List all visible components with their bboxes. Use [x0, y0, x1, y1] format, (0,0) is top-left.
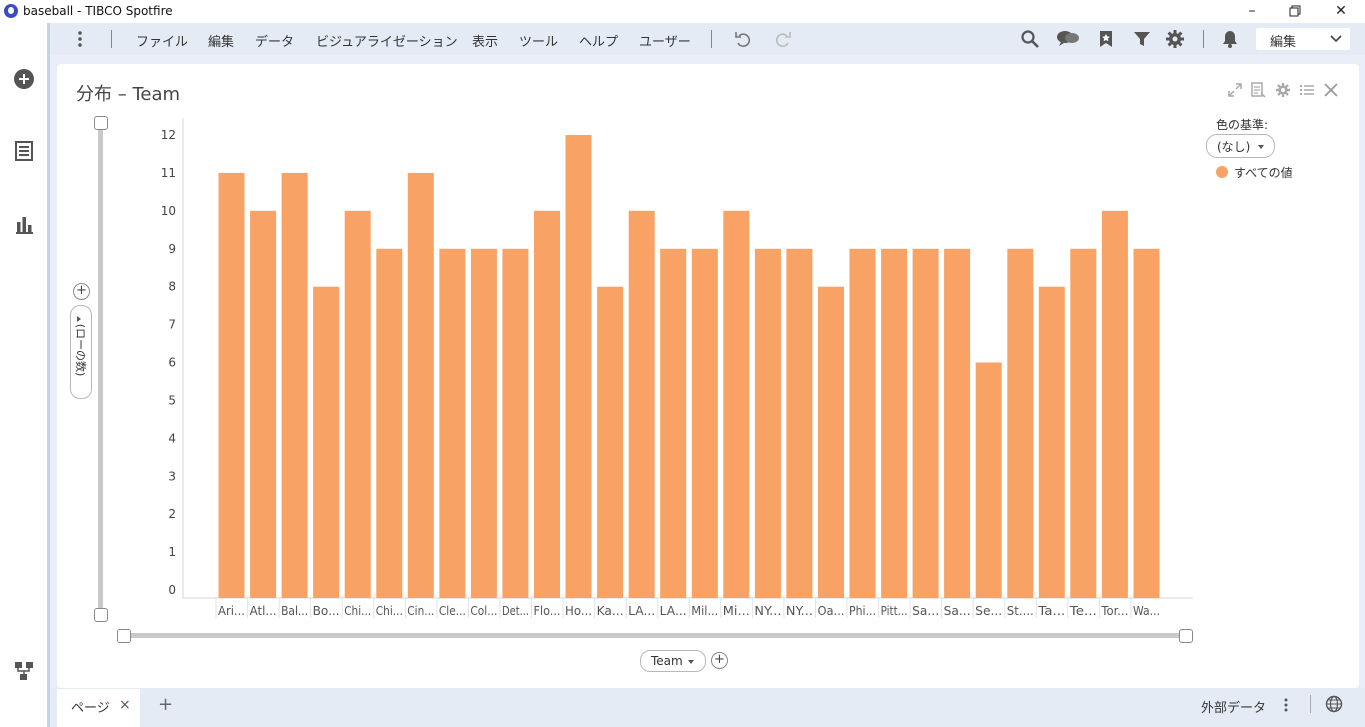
bar[interactable]: [218, 172, 245, 598]
bar[interactable]: [628, 210, 655, 599]
add-x-axis-button[interactable]: +: [711, 652, 728, 669]
bar[interactable]: [881, 248, 908, 599]
x-tick-label: Chi...: [344, 604, 371, 618]
bar[interactable]: [944, 248, 971, 599]
x-tick-label: Cle...: [439, 604, 466, 618]
bar[interactable]: [1101, 210, 1128, 599]
bar[interactable]: [597, 286, 624, 598]
x-tick-label: Pitt...: [881, 604, 908, 618]
y-tick-label: 11: [161, 166, 176, 180]
external-data-status[interactable]: 外部データ: [1201, 697, 1266, 716]
bar[interactable]: [344, 210, 371, 599]
bar[interactable]: [1133, 248, 1160, 599]
x-tick-label: NY...: [754, 604, 781, 618]
bar[interactable]: [691, 248, 718, 599]
y-tick-label: 8: [168, 280, 176, 294]
bar[interactable]: [975, 362, 1002, 599]
bar[interactable]: [849, 248, 876, 599]
status-more-icon[interactable]: [1278, 697, 1294, 713]
x-tick-label: Flo...: [534, 604, 561, 618]
status-divider: [1310, 695, 1311, 713]
add-page-button[interactable]: +: [158, 694, 173, 715]
bar[interactable]: [660, 248, 687, 599]
x-tick-label: Sa...: [912, 604, 939, 618]
x-tick-label: Cin...: [407, 604, 434, 618]
y-tick-label: 3: [168, 469, 176, 483]
bar[interactable]: [818, 286, 844, 598]
bar[interactable]: [754, 248, 781, 599]
bar[interactable]: [534, 210, 560, 599]
x-tick-label: Te...: [1069, 604, 1097, 618]
page-tab[interactable]: ページ ×: [57, 689, 140, 727]
y-tick-label: 10: [161, 204, 176, 218]
x-tick-label: Sa...: [944, 604, 971, 618]
x-tick-label: Mil...: [691, 604, 718, 618]
x-axis-dropdown-icon: [688, 660, 694, 664]
x-tick-label: Bal...: [281, 604, 308, 618]
color-by-selector[interactable]: (なし): [1206, 134, 1275, 158]
x-tick-label: Det...: [502, 604, 529, 618]
x-tick-label: Chi...: [376, 604, 403, 618]
bar-chart: 0123456789101112 Ari... Atl... Bal... Bo...…: [161, 118, 1193, 618]
bar[interactable]: [565, 135, 592, 598]
x-tick-label: Phi...: [849, 604, 876, 618]
bar[interactable]: [439, 248, 466, 599]
y-tick-label: 9: [168, 242, 176, 256]
color-by-dropdown-icon: [1258, 145, 1264, 149]
x-tick-label: Atl...: [250, 604, 277, 618]
color-by-value: (なし): [1217, 140, 1251, 154]
bar[interactable]: [502, 248, 529, 599]
x-tick-label: Col...: [470, 604, 497, 618]
y-tick-label: 4: [168, 431, 176, 445]
bar[interactable]: [313, 286, 340, 598]
x-slider-right-handle[interactable]: [1179, 629, 1193, 643]
x-tick-label: Ho...: [565, 604, 592, 618]
bar[interactable]: [1038, 286, 1065, 598]
bar[interactable]: [376, 248, 403, 599]
x-axis-range-slider[interactable]: [128, 633, 1183, 638]
x-tick-label: LA...: [660, 604, 687, 618]
legend-entry[interactable]: すべての値: [1234, 164, 1293, 181]
bar[interactable]: [470, 248, 497, 599]
x-tick-label: Ta...: [1037, 604, 1065, 618]
bar[interactable]: [786, 248, 813, 599]
bar[interactable]: [1007, 248, 1034, 599]
close-page-icon[interactable]: ×: [119, 697, 131, 713]
bar[interactable]: [723, 210, 750, 599]
status-bar: [50, 688, 1365, 727]
bar[interactable]: [912, 248, 939, 599]
x-tick-label: Ari...: [218, 604, 245, 618]
bar[interactable]: [281, 172, 308, 598]
x-tick-label: LA...: [628, 604, 655, 618]
x-tick-label: Oa...: [818, 604, 845, 618]
y-tick-label: 12: [161, 128, 176, 142]
x-axis-selector-label: Team: [651, 654, 683, 668]
x-tick-label: NY...: [786, 604, 813, 618]
x-tick-label: Ka...: [597, 604, 624, 618]
y-tick-label: 2: [168, 507, 176, 521]
x-tick-label: Mi...: [723, 604, 750, 618]
x-tick-label: Bo...: [313, 604, 340, 618]
legend-swatch: [1216, 166, 1228, 178]
legend-title: 色の基準:: [1216, 118, 1269, 132]
x-tick-label: Se...: [975, 604, 1002, 618]
y-tick-label: 7: [168, 318, 176, 332]
y-tick-label: 5: [168, 393, 176, 407]
page-tab-label: ページ: [71, 701, 110, 716]
bar[interactable]: [250, 210, 277, 599]
y-tick-label: 1: [168, 545, 176, 559]
globe-icon[interactable]: [1325, 695, 1343, 713]
y-tick-label: 0: [168, 583, 176, 597]
x-tick-label: St....: [1007, 604, 1034, 618]
y-tick-label: 6: [168, 356, 176, 370]
bar[interactable]: [407, 172, 434, 598]
x-tick-label: Wa...: [1133, 604, 1160, 618]
x-axis-selector[interactable]: Team: [640, 650, 706, 672]
x-slider-left-handle[interactable]: [117, 629, 131, 643]
x-tick-label: Tor...: [1100, 604, 1128, 618]
bar[interactable]: [1070, 248, 1097, 599]
